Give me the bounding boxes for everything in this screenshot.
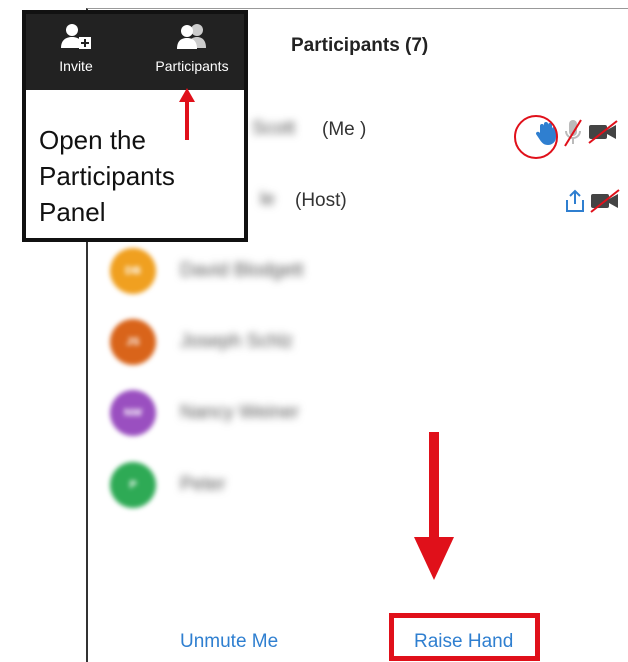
participant-name: Peter [180,474,226,495]
callout-line: Panel [39,197,106,227]
participant-row[interactable]: P Peter [90,462,620,512]
participants-icon [177,24,206,49]
video-off-icon [588,120,618,149]
down-arrow-annotation [414,432,454,580]
participant-name: Nancy Weiner [180,402,299,423]
meeting-toolbar: Invite Participants [26,14,244,90]
participant-suffix: (Me ) [322,119,367,140]
participant-row[interactable]: DB David Blodgett [90,248,620,298]
participant-suffix: (Host) [295,190,347,211]
toolbar-callout: Invite Participants Open the Participant… [22,10,248,242]
participant-row[interactable]: NW Nancy Weiner [90,390,620,440]
raise-hand-highlight-circle [514,115,558,159]
participants-label: Participants [155,58,229,74]
participant-name: le [260,189,275,210]
unmute-me-link[interactable]: Unmute Me [180,631,278,653]
invite-button[interactable]: Invite [48,22,104,74]
callout-instruction: Open the Participants Panel [39,122,239,230]
participant-name: David Blodgett [180,260,304,281]
participant-name: Scott [252,118,296,139]
avatar: NW [110,390,156,436]
share-icon [564,189,586,218]
mic-muted-icon [564,118,582,153]
add-user-icon [61,24,91,49]
participant-row[interactable]: JS Joseph Schlz [90,319,620,369]
video-off-icon [590,189,620,218]
avatar: DB [110,248,156,294]
callout-line: Participants [39,161,175,191]
participants-button[interactable]: Participants [142,22,242,74]
invite-label: Invite [59,58,93,74]
callout-line: Open the [39,125,146,155]
avatar: JS [110,319,156,365]
raise-hand-highlight-box [389,613,540,661]
participant-name: Joseph Schlz [180,331,294,352]
avatar: P [110,462,156,508]
panel-title: Participants (7) [291,35,429,56]
